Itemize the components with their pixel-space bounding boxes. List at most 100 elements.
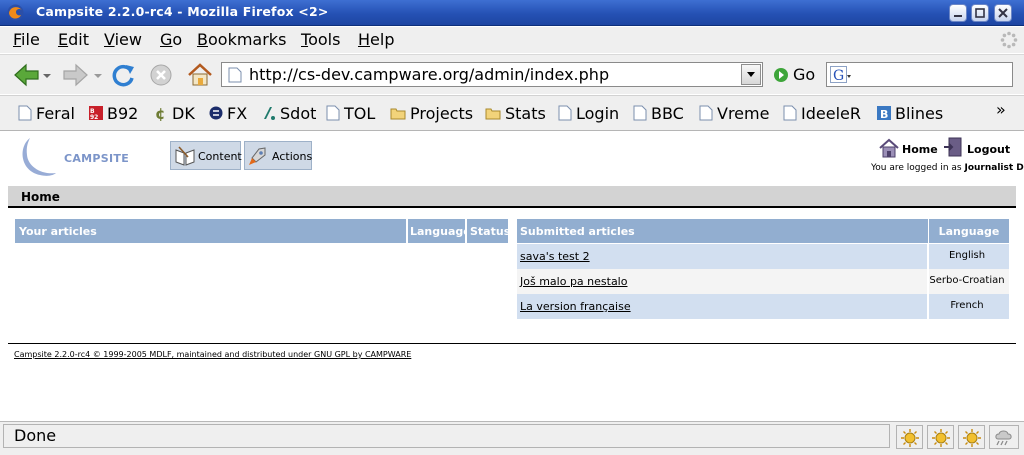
url-text: http://cs-dev.campware.org/admin/index.p… — [249, 65, 610, 84]
table-row: sava's test 2 English — [517, 244, 1009, 269]
bookmark-b92[interactable]: B 92 B92 — [89, 104, 138, 124]
dk-icon: ¢ — [155, 105, 165, 121]
cloud-rain-icon — [995, 430, 1012, 446]
fx-icon — [209, 106, 223, 120]
bookmark-blines[interactable]: B Blines — [877, 104, 943, 124]
menu-bar: File Edit View Go Bookmarks Tools Help — [0, 27, 1024, 53]
url-bar[interactable]: http://cs-dev.campware.org/admin/index.p… — [221, 62, 763, 87]
bookmark-sdot[interactable]: Sdot — [262, 104, 316, 124]
search-input[interactable]: G — [826, 62, 1013, 87]
menu-bookmarks[interactable]: Bookmarks — [197, 30, 286, 49]
content-menu-button[interactable]: Content — [170, 141, 242, 170]
page-icon — [558, 105, 572, 121]
bookmark-tol[interactable]: TOL — [326, 104, 375, 124]
home-link[interactable]: Home — [902, 143, 938, 156]
bookmark-dk[interactable]: ¢ DK — [154, 104, 195, 124]
article-link[interactable]: sava's test 2 — [520, 250, 590, 263]
url-history-dropdown[interactable] — [741, 64, 761, 85]
folder-icon — [390, 108, 406, 120]
footer-copyright-link[interactable]: Campsite 2.2.0-rc4 © 1999-2005 MDLF, mai… — [14, 350, 411, 359]
forward-arrow-icon[interactable] — [60, 61, 90, 89]
close-icon — [998, 8, 1008, 18]
bookmark-stats-folder[interactable]: Stats — [485, 104, 546, 124]
page-icon — [18, 105, 32, 121]
firefox-icon — [7, 4, 24, 21]
logged-in-user: Journalist Doe — [964, 163, 1024, 173]
b92-icon: B92 — [89, 106, 103, 121]
submitted-articles-header: Submitted articles — [517, 219, 929, 243]
blines-icon: B — [877, 106, 891, 121]
status-panel[interactable] — [958, 425, 985, 449]
bookmarks-overflow-chevron[interactable]: » — [996, 100, 1006, 119]
your-articles-header: Your articles — [15, 219, 407, 243]
table-row: Još malo pa nestalo Serbo-Croatian — [517, 269, 1009, 294]
go-arrow-icon — [774, 68, 788, 82]
page-content: CAMPSITE Content Actions Home Logout You… — [0, 132, 1024, 420]
svg-text:¢: ¢ — [155, 105, 165, 121]
close-button[interactable] — [994, 4, 1012, 22]
campsite-logo-text: CAMPSITE — [64, 152, 130, 165]
bookmark-feral[interactable]: Feral — [18, 104, 75, 124]
menu-view[interactable]: View — [104, 30, 142, 49]
chevron-down-icon — [747, 72, 755, 77]
your-articles-status-header: Status — [467, 219, 510, 243]
svg-text:B: B — [880, 108, 888, 121]
article-link[interactable]: La version française — [520, 300, 631, 313]
menu-edit[interactable]: Edit — [58, 30, 89, 49]
actions-rocket-icon — [249, 147, 266, 165]
sun-weather-icon — [963, 429, 981, 447]
page-icon — [228, 67, 242, 83]
page-title: Home — [21, 190, 60, 204]
home-house-icon[interactable] — [878, 137, 900, 159]
logout-link[interactable]: Logout — [967, 143, 1010, 156]
table-row: La version française French — [517, 294, 1009, 319]
article-language: French — [950, 300, 984, 311]
menu-tools[interactable]: Tools — [301, 30, 340, 49]
reload-icon[interactable] — [110, 61, 136, 89]
page-icon — [783, 105, 797, 121]
sun-weather-icon — [901, 429, 919, 447]
throbber-icon — [1000, 31, 1018, 49]
bookmark-projects-folder[interactable]: Projects — [390, 104, 473, 124]
bookmark-bbc[interactable]: BBC — [633, 104, 684, 124]
bookmark-login[interactable]: Login — [558, 104, 619, 124]
bookmark-ideeler[interactable]: IdeeleR — [783, 104, 861, 124]
your-articles-language-header: Language — [408, 219, 471, 243]
back-arrow-icon[interactable] — [12, 61, 42, 89]
maximize-button[interactable] — [971, 4, 989, 22]
article-link[interactable]: Još malo pa nestalo — [520, 275, 627, 288]
content-book-icon — [175, 146, 195, 166]
back-dropdown-icon[interactable] — [42, 61, 52, 89]
maximize-icon — [975, 8, 985, 18]
bookmark-vreme[interactable]: Vreme — [699, 104, 769, 124]
home-icon[interactable] — [186, 61, 214, 89]
submitted-language-header: Language — [929, 219, 1009, 243]
google-search-icon: G — [830, 66, 851, 84]
footer-divider — [8, 343, 1016, 344]
minimize-button[interactable] — [949, 4, 967, 22]
stop-icon[interactable] — [148, 61, 174, 89]
page-title-bar: Home — [8, 186, 1016, 208]
status-panel[interactable] — [989, 425, 1019, 449]
article-language: English — [948, 250, 986, 261]
actions-menu-button[interactable]: Actions — [244, 141, 312, 170]
article-language: Serbo-Croatian — [929, 275, 1005, 286]
sdot-icon — [264, 107, 275, 120]
page-icon — [633, 105, 647, 121]
menu-go[interactable]: Go — [160, 30, 182, 49]
menu-file[interactable]: File — [13, 30, 40, 49]
status-panel[interactable] — [896, 425, 923, 449]
moon-logo-icon — [22, 138, 56, 176]
bookmark-fx[interactable]: FX — [209, 104, 247, 124]
menu-help[interactable]: Help — [358, 30, 394, 49]
status-panel[interactable] — [927, 425, 954, 449]
svg-text:92: 92 — [90, 114, 98, 121]
logout-door-icon[interactable] — [943, 136, 965, 158]
status-text: Done — [14, 426, 57, 445]
svg-text:G: G — [833, 68, 844, 84]
page-icon — [326, 105, 340, 121]
status-bar: Done — [0, 421, 1024, 455]
forward-dropdown-icon[interactable] — [93, 61, 103, 89]
campsite-logo[interactable]: CAMPSITE — [16, 135, 146, 179]
folder-icon — [485, 108, 501, 120]
